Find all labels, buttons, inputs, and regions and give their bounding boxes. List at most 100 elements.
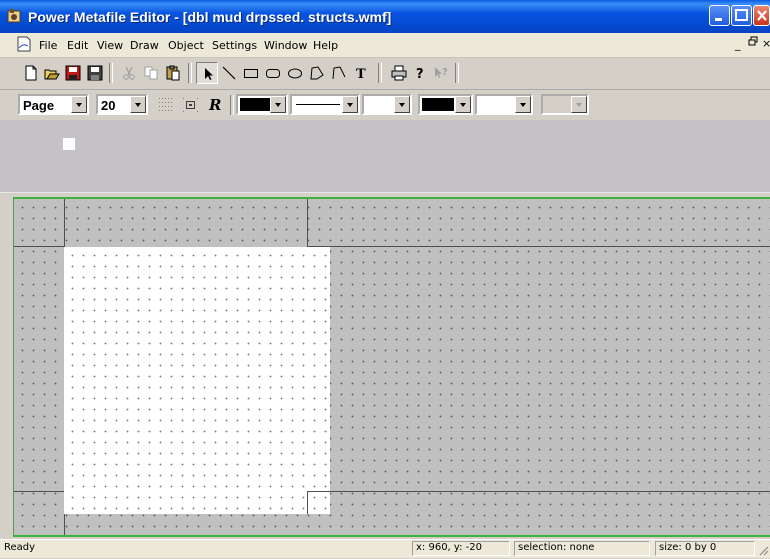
chevron-down-icon[interactable] bbox=[71, 96, 87, 113]
polygon-tool-button[interactable] bbox=[306, 62, 328, 84]
selection-pane: selection: none bbox=[514, 541, 650, 556]
redraw-button[interactable]: R bbox=[204, 95, 226, 115]
ruler-marker[interactable] bbox=[63, 138, 75, 150]
menu-view[interactable]: View bbox=[97, 39, 123, 52]
drawing-canvas[interactable] bbox=[13, 197, 770, 537]
grid-icon bbox=[159, 98, 172, 111]
status-selection: selection: none bbox=[518, 542, 595, 553]
chevron-down-icon[interactable] bbox=[270, 96, 286, 113]
chevron-down-icon[interactable] bbox=[342, 96, 358, 113]
page-guide-line bbox=[307, 246, 770, 247]
chevron-down-icon[interactable] bbox=[571, 96, 587, 113]
mdi-minimize-icon[interactable]: _ bbox=[735, 38, 741, 51]
status-message: Ready bbox=[4, 542, 36, 553]
line-width-select[interactable] bbox=[362, 94, 412, 115]
new-button[interactable] bbox=[20, 62, 42, 84]
save-button[interactable] bbox=[62, 62, 84, 84]
ellipse-tool-button[interactable] bbox=[284, 62, 306, 84]
text-tool-button[interactable]: T bbox=[350, 62, 372, 84]
size-pane: size: 0 by 0 bbox=[655, 541, 755, 556]
menu-file[interactable]: File bbox=[39, 39, 57, 52]
cut-button[interactable] bbox=[118, 62, 140, 84]
status-bar: Ready x: 960, y: -20 selection: none siz… bbox=[0, 539, 770, 558]
menu-window[interactable]: Window bbox=[264, 39, 307, 52]
open-button[interactable] bbox=[41, 62, 63, 84]
help-button[interactable]: ? bbox=[409, 62, 431, 84]
minimize-button[interactable] bbox=[709, 5, 730, 26]
title-bar[interactable]: Power Metafile Editor - [dbl mud drpssed… bbox=[0, 0, 770, 33]
toolbar-separator bbox=[188, 63, 192, 83]
fill-color-select[interactable] bbox=[236, 94, 288, 115]
redraw-r-icon: R bbox=[208, 96, 221, 114]
toolbar-separator bbox=[109, 63, 113, 83]
ellipse-icon bbox=[288, 68, 302, 79]
fill-style-select[interactable] bbox=[475, 94, 533, 115]
units-select[interactable]: Page bbox=[18, 94, 89, 115]
page-guide-line bbox=[14, 491, 64, 492]
rounded-rectangle-icon bbox=[266, 69, 280, 78]
font-size-select[interactable] bbox=[541, 94, 589, 115]
mdi-restore-icon[interactable] bbox=[748, 36, 758, 51]
menu-draw[interactable]: Draw bbox=[130, 39, 159, 52]
chevron-down-icon[interactable] bbox=[130, 96, 146, 113]
line-style-preview bbox=[296, 104, 340, 105]
menu-help[interactable]: Help bbox=[313, 39, 338, 52]
chevron-down-icon[interactable] bbox=[515, 96, 531, 113]
line-icon bbox=[222, 66, 236, 80]
save-as-button[interactable] bbox=[84, 62, 106, 84]
grid-toggle-button[interactable] bbox=[156, 95, 178, 115]
page-guide-line bbox=[14, 246, 64, 247]
maximize-icon bbox=[735, 9, 748, 21]
line-style-select[interactable] bbox=[290, 94, 360, 115]
page-area[interactable] bbox=[64, 247, 330, 514]
select-tool-button[interactable] bbox=[196, 62, 218, 84]
copy-icon bbox=[144, 66, 158, 80]
menu-bar: File Edit View Draw Object Settings Wind… bbox=[0, 33, 770, 58]
window-title: Power Metafile Editor - [dbl mud drpssed… bbox=[28, 9, 392, 25]
snap-grid-icon bbox=[183, 98, 198, 112]
document-icon[interactable] bbox=[16, 36, 32, 52]
polyline-icon bbox=[332, 66, 346, 80]
line-tool-button[interactable] bbox=[218, 62, 240, 84]
cut-icon bbox=[123, 66, 135, 80]
rectangle-tool-button[interactable] bbox=[240, 62, 262, 84]
app-icon[interactable] bbox=[6, 8, 22, 24]
toolbar-separator bbox=[455, 63, 459, 83]
print-icon bbox=[391, 65, 407, 81]
fill-color-swatch bbox=[240, 98, 270, 111]
page-guide-line bbox=[307, 199, 308, 247]
grid-size-select[interactable]: 20 bbox=[96, 94, 148, 115]
new-icon bbox=[25, 65, 37, 81]
polyline-tool-button[interactable] bbox=[328, 62, 350, 84]
page-guide-line bbox=[307, 491, 308, 514]
rounded-rectangle-tool-button[interactable] bbox=[262, 62, 284, 84]
page-grid bbox=[64, 247, 330, 514]
toolbar-separator bbox=[230, 95, 234, 115]
menu-settings[interactable]: Settings bbox=[212, 39, 257, 52]
print-button[interactable] bbox=[388, 62, 410, 84]
mdi-close-icon[interactable]: × bbox=[762, 37, 770, 50]
context-help-button[interactable]: ? bbox=[430, 62, 452, 84]
page-guide-line bbox=[64, 199, 65, 247]
svg-text:?: ? bbox=[442, 67, 448, 78]
units-value: Page bbox=[23, 98, 55, 113]
close-button[interactable] bbox=[753, 5, 770, 26]
page-guide-line bbox=[307, 491, 770, 492]
format-toolbar: Page 20 R bbox=[0, 90, 770, 121]
snap-to-grid-button[interactable] bbox=[180, 95, 202, 115]
text-icon: T bbox=[356, 67, 366, 81]
maximize-button[interactable] bbox=[731, 5, 752, 26]
close-icon bbox=[757, 10, 767, 21]
save-icon bbox=[65, 65, 81, 81]
pen-color-select[interactable] bbox=[418, 94, 473, 115]
minimize-icon bbox=[715, 18, 722, 21]
chevron-down-icon[interactable] bbox=[394, 96, 410, 113]
menu-edit[interactable]: Edit bbox=[67, 39, 88, 52]
chevron-down-icon[interactable] bbox=[455, 96, 471, 113]
open-icon bbox=[44, 69, 60, 80]
coords-pane: x: 960, y: -20 bbox=[412, 541, 510, 556]
copy-button[interactable] bbox=[140, 62, 162, 84]
status-size: size: 0 by 0 bbox=[659, 542, 717, 553]
menu-object[interactable]: Object bbox=[168, 39, 204, 52]
paste-button[interactable] bbox=[162, 62, 184, 84]
